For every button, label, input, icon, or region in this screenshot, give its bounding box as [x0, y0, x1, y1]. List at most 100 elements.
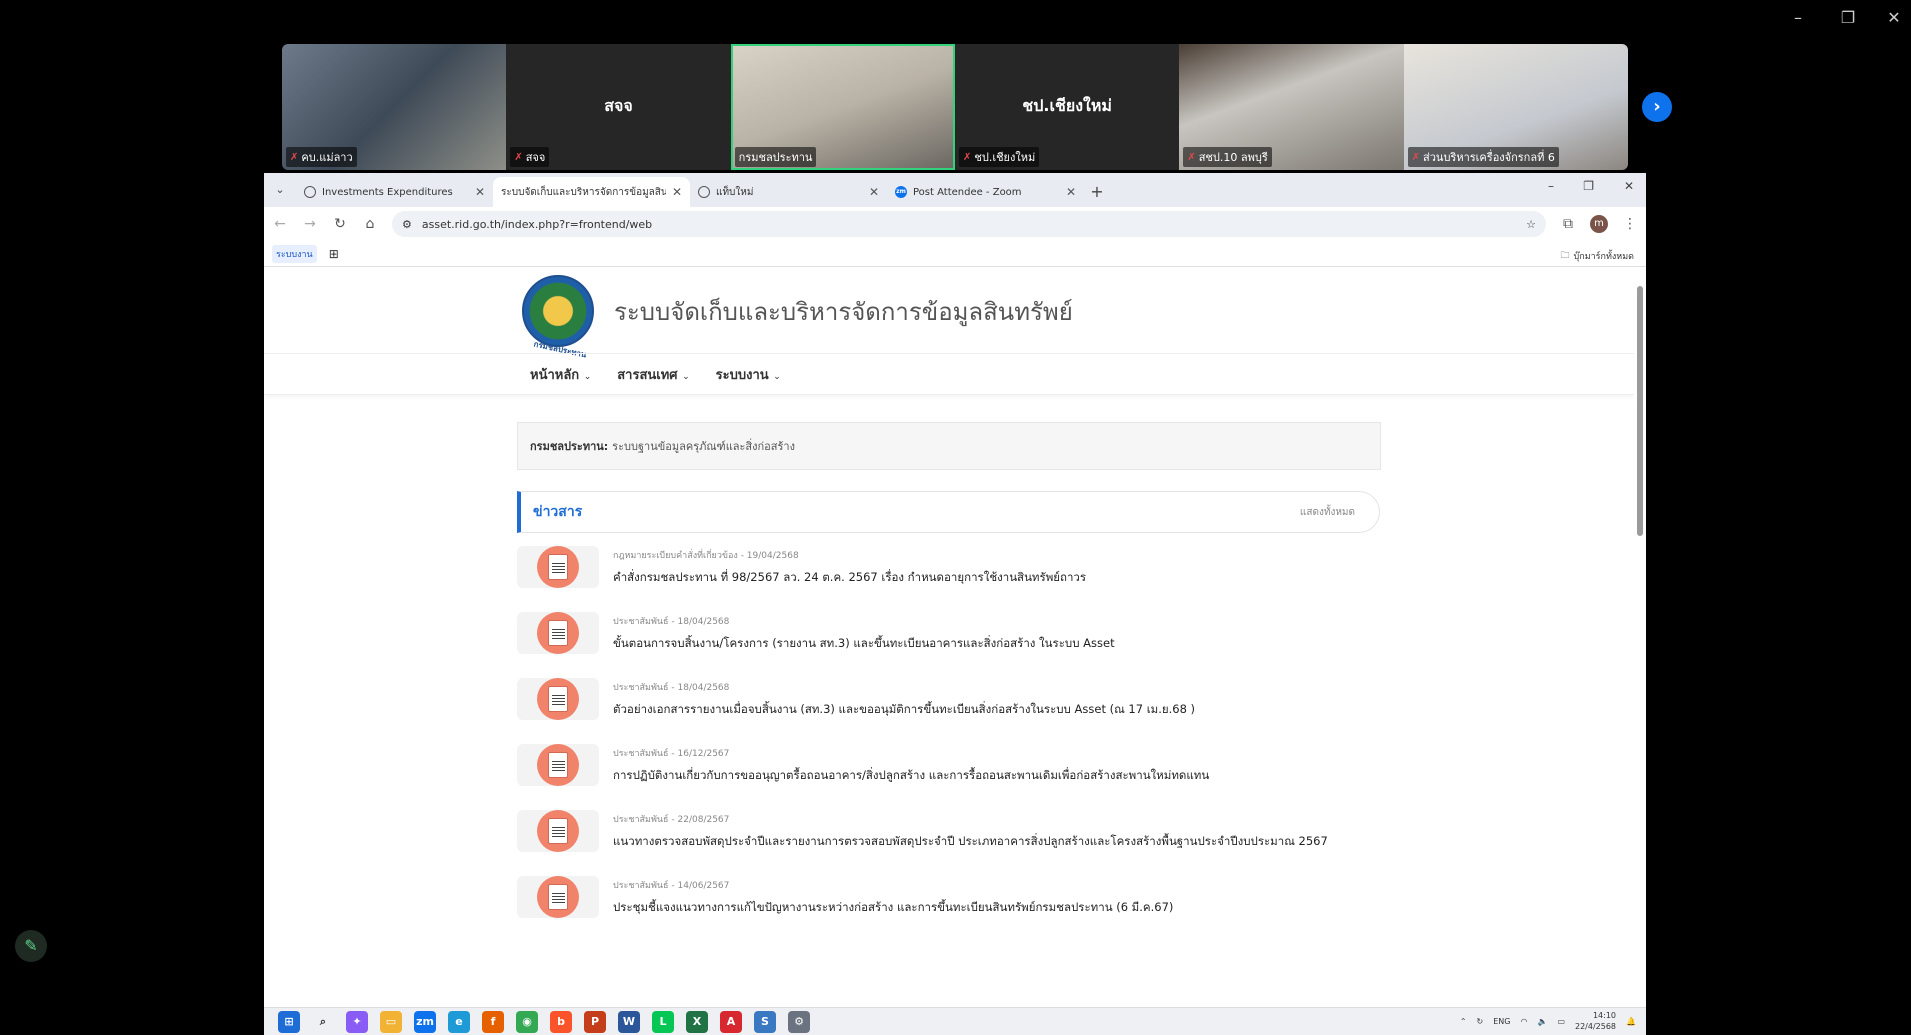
notification-bell-icon[interactable]: 🔔 [1626, 1017, 1636, 1026]
close-button[interactable]: ✕ [1880, 8, 1908, 28]
windows-start-icon[interactable]: ⊞ [278, 1010, 300, 1033]
url-text: asset.rid.go.th/index.php?r=frontend/web [421, 217, 653, 231]
news-meta: ประชาสัมพันธ์ - 14/06/2567 [613, 881, 730, 891]
news-thumbnail[interactable] [517, 810, 599, 852]
browser-close-button[interactable]: ✕ [1624, 179, 1634, 193]
minimize-button[interactable]: – [1784, 8, 1812, 28]
powerpoint-icon[interactable]: P [584, 1010, 606, 1033]
browser-tab[interactable]: zm Post Attendee - Zoom ✕ [887, 177, 1084, 207]
copilot-icon[interactable]: ✦ [346, 1010, 368, 1033]
participant-tile-active-speaker[interactable]: กรมชลประทาน [730, 44, 955, 170]
zoom-app-icon[interactable]: zm [414, 1010, 436, 1033]
participant-tile[interactable]: ✗ คบ.แม่ลาว [282, 44, 507, 170]
bookmark-star-icon[interactable]: ☆ [1526, 218, 1536, 231]
news-headline[interactable]: ตัวอย่างเอกสารรายงานเมื่อจบสิ้นงาน (สท.3… [613, 701, 1195, 719]
nav-item-home[interactable]: หน้าหลัก ⌄ [530, 364, 591, 385]
scrollbar-thumb[interactable] [1637, 286, 1643, 536]
news-thumbnail[interactable] [517, 876, 599, 918]
file-explorer-icon[interactable]: ▭ [380, 1010, 402, 1033]
next-participants-button[interactable]: › [1642, 92, 1672, 122]
firefox-icon[interactable]: f [482, 1010, 504, 1033]
nav-label: ระบบงาน [715, 367, 769, 383]
browser-tab-active[interactable]: ระบบจัดเก็บและบริหารจัดการข้อมูลสินทรัพย… [493, 177, 690, 207]
apps-grid-icon[interactable]: ⊞ [329, 247, 339, 261]
restore-button[interactable]: ❐ [1834, 8, 1862, 28]
settings-gear-icon[interactable]: ⚙ [788, 1010, 810, 1033]
news-item[interactable]: ประชาสัมพันธ์ - 22/08/2567 แนวทางตรวจสอบพ… [517, 810, 1397, 876]
profile-avatar[interactable]: m [1590, 215, 1608, 233]
news-title: ข่าวสาร [533, 504, 583, 520]
chrome-icon[interactable]: ◉ [516, 1010, 538, 1033]
extensions-icon[interactable]: ⧉ [1560, 216, 1576, 232]
all-bookmarks[interactable]: 🗀 บุ๊กมาร์กทั้งหมด [1561, 248, 1634, 264]
news-item[interactable]: ประชาสัมพันธ์ - 18/04/2568 ตัวอย่างเอกสาร… [517, 678, 1397, 744]
globe-icon [698, 186, 710, 198]
news-thumbnail[interactable] [517, 612, 599, 654]
news-headline[interactable]: แนวทางตรวจสอบพัสดุประจำปีและรายงานการตรว… [613, 833, 1328, 851]
wifi-icon[interactable]: ◠ [1520, 1017, 1527, 1026]
news-headline[interactable]: คำสั่งกรมชลประทาน ที่ 98/2567 ลว. 24 ต.ค… [613, 569, 1086, 587]
mic-muted-icon: ✗ [1411, 151, 1421, 163]
news-headline[interactable]: การปฏิบัติงานเกี่ยวกับการขออนุญาตรื้อถอน… [613, 767, 1209, 785]
tab-search-chevron-icon[interactable]: ⌄ [264, 173, 296, 207]
back-icon[interactable]: ← [272, 216, 288, 232]
close-tab-icon[interactable]: ✕ [672, 185, 682, 199]
annotate-pen-icon[interactable]: ✎ [15, 930, 47, 962]
excel-icon[interactable]: X [686, 1010, 708, 1033]
participant-tile[interactable]: ✗ สชป.10 ลพบุรี [1179, 44, 1404, 170]
menu-kebab-icon[interactable]: ⋮ [1622, 216, 1638, 232]
close-tab-icon[interactable]: ✕ [475, 185, 485, 199]
browser-minimize-button[interactable]: – [1548, 179, 1554, 193]
browser-maximize-button[interactable]: ❐ [1583, 179, 1594, 193]
search-icon[interactable]: ⌕ [312, 1011, 334, 1033]
new-tab-button[interactable]: + [1084, 177, 1110, 207]
news-thumbnail[interactable] [517, 546, 599, 588]
site-info-icon[interactable]: ⚙ [402, 218, 412, 231]
volume-icon[interactable]: 🔈 [1537, 1017, 1547, 1026]
site-title: ระบบจัดเก็บและบริหารจัดการข้อมูลสินทรัพย… [614, 297, 1073, 326]
app-s-icon[interactable]: S [754, 1010, 776, 1033]
bookmarks-bar: ระบบงาน ⊞ 🗀 บุ๊กมาร์กทั้งหมด [264, 241, 1646, 267]
url-field[interactable]: ⚙ asset.rid.go.th/index.php?r=frontend/w… [392, 211, 1546, 237]
sync-icon[interactable]: ↻ [1477, 1017, 1484, 1026]
participant-center-name: สจจ [604, 96, 633, 115]
chevron-down-icon: ⌄ [682, 371, 690, 382]
edge-icon[interactable]: e [448, 1010, 470, 1033]
news-thumbnail[interactable] [517, 678, 599, 720]
language-indicator[interactable]: ENG [1493, 1017, 1510, 1026]
news-item[interactable]: กฎหมายระเบียบคำสั่งที่เกี่ยวข้อง - 19/04… [517, 546, 1397, 612]
news-headline[interactable]: ขั้นตอนการจบสิ้นงาน/โครงการ (รายงาน สท.3… [613, 635, 1115, 653]
reload-icon[interactable]: ↻ [332, 216, 348, 232]
battery-icon[interactable]: ▭ [1557, 1017, 1565, 1026]
nav-label: สารสนเทศ [617, 367, 678, 383]
close-tab-icon[interactable]: ✕ [1066, 185, 1076, 199]
news-item[interactable]: ประชาสัมพันธ์ - 14/06/2567 ประชุมชี้แจงแน… [517, 876, 1397, 942]
forward-icon[interactable]: → [302, 216, 318, 232]
zoom-icon: zm [895, 186, 907, 198]
clock[interactable]: 14:10 22/4/2568 [1575, 1010, 1616, 1032]
word-icon[interactable]: W [618, 1010, 640, 1033]
nav-item-information[interactable]: สารสนเทศ ⌄ [617, 364, 689, 385]
close-tab-icon[interactable]: ✕ [869, 185, 879, 199]
home-icon[interactable]: ⌂ [362, 216, 378, 232]
news-headline[interactable]: ประชุมชี้แจงแนวทางการแก้ไขปัญหางานระหว่า… [613, 899, 1173, 917]
browser-tab[interactable]: แท็บใหม่ ✕ [690, 177, 887, 207]
chevron-down-icon: ⌄ [583, 371, 592, 382]
chevron-up-icon[interactable]: ⌃ [1460, 1017, 1467, 1026]
news-thumbnail[interactable] [517, 744, 599, 786]
participant-tile[interactable]: สจจ ✗ สจจ [506, 44, 731, 170]
show-all-link[interactable]: แสดงทั้งหมด [1300, 505, 1355, 520]
news-item[interactable]: ประชาสัมพันธ์ - 16/12/2567 การปฏิบัติงานเ… [517, 744, 1397, 810]
participant-tile[interactable]: ✗ ส่วนบริหารเครื่องจักรกลที่ 6 [1403, 44, 1628, 170]
news-item[interactable]: ประชาสัมพันธ์ - 18/04/2568 ขั้นตอนการจบสิ… [517, 612, 1397, 678]
nav-item-systems[interactable]: ระบบงาน ⌄ [716, 364, 781, 385]
acrobat-icon[interactable]: A [720, 1010, 742, 1033]
brave-icon[interactable]: b [550, 1010, 572, 1033]
bookmark-chip[interactable]: ระบบงาน [272, 244, 317, 263]
document-icon [548, 554, 568, 580]
rid-logo[interactable]: กรมชลประทาน [522, 275, 594, 359]
browser-tab[interactable]: Investments Expenditures ✕ [296, 177, 493, 207]
line-icon[interactable]: L [652, 1010, 674, 1033]
page-scrollbar[interactable] [1636, 278, 1644, 1005]
participant-tile[interactable]: ชป.เชียงใหม่ ✗ ชป.เชียงใหม่ [954, 44, 1180, 170]
